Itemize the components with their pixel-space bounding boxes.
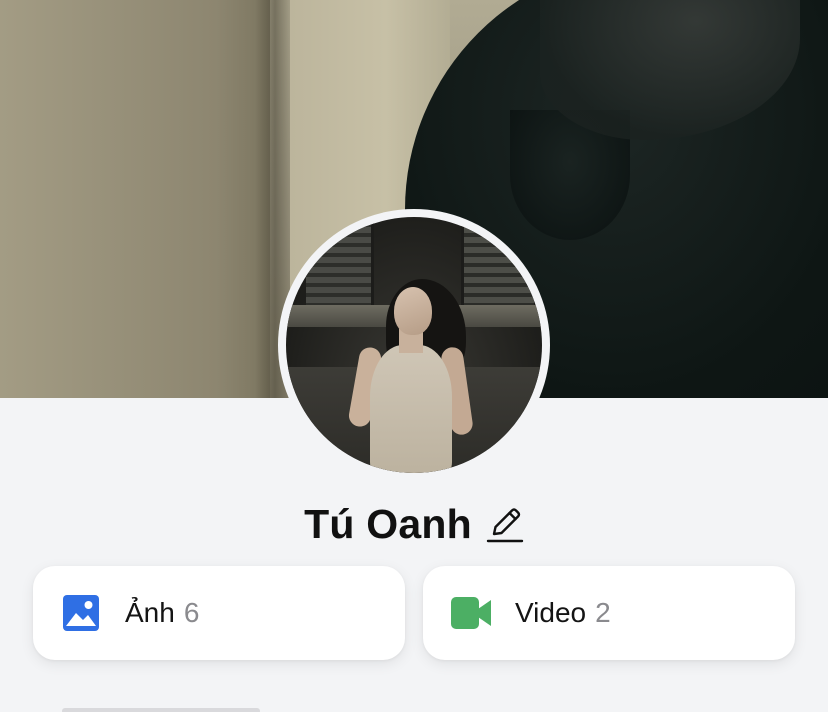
next-section-edge xyxy=(62,708,260,712)
image-icon xyxy=(61,593,101,633)
avatar-bg-shutter-left xyxy=(306,217,374,307)
profile-page: Tú Oanh Ảnh 6 Video 2 xyxy=(0,0,828,712)
profile-name-row: Tú Oanh xyxy=(0,496,828,552)
videos-label: Video xyxy=(515,597,587,628)
pencil-icon[interactable] xyxy=(486,504,524,544)
avatar-person-dress xyxy=(370,345,452,473)
photos-count: 6 xyxy=(183,597,200,628)
videos-button[interactable]: Video 2 xyxy=(423,566,795,660)
video-camera-icon xyxy=(451,593,491,633)
videos-count: 2 xyxy=(595,597,611,628)
avatar-person-face xyxy=(394,287,432,335)
photos-label: Ảnh xyxy=(125,597,175,628)
cover-wall-left xyxy=(0,0,270,398)
avatar[interactable] xyxy=(286,217,542,473)
avatar-bg-shutter-right xyxy=(461,217,534,307)
profile-name: Tú Oanh xyxy=(304,500,472,547)
photos-button[interactable]: Ảnh 6 xyxy=(33,566,405,660)
